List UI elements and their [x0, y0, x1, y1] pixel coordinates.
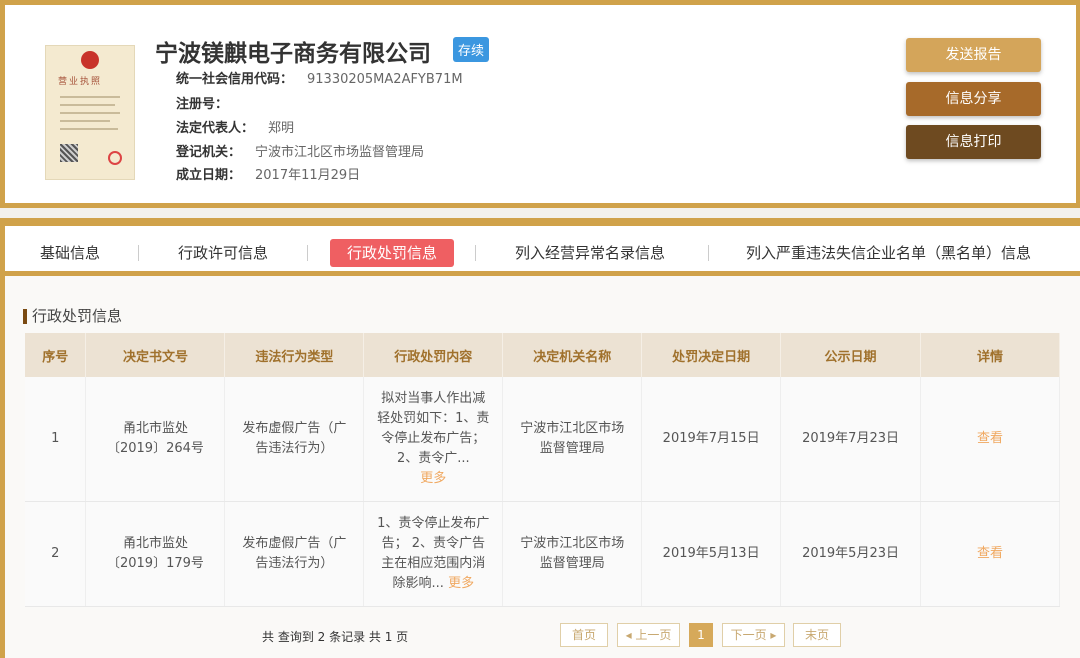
header-publish-date: 公示日期 — [780, 333, 922, 377]
header-content: 行政处罚内容 — [363, 333, 504, 377]
cell-decision-date: 2019年5月13日 — [641, 501, 782, 607]
send-report-button[interactable]: 发送报告 — [906, 38, 1041, 72]
view-link[interactable]: 查看 — [977, 546, 1003, 561]
penalty-table: 序号 决定书文号 违法行为类型 行政处罚内容 决定机关名称 处罚决定日期 公示日… — [25, 333, 1060, 607]
business-license-image: 营业执照 — [45, 45, 135, 180]
credit-code-row: 统一社会信用代码： 91330205MA2AFYB71M — [176, 72, 463, 87]
cell-no: 1 — [25, 377, 87, 502]
seal-icon — [108, 151, 122, 165]
table-row: 2 甬北市监处〔2019〕179号 发布虚假广告（广告违法行为） 1、责令停止发… — [25, 501, 1060, 607]
share-info-button[interactable]: 信息分享 — [906, 82, 1041, 116]
cell-decision-date: 2019年7月15日 — [641, 377, 782, 502]
qr-code-icon — [60, 144, 78, 162]
legal-rep-row: 法定代表人： 郑明 — [176, 121, 295, 136]
cell-type: 发布虚假广告（广告违法行为） — [224, 501, 365, 607]
current-page-button[interactable]: 1 — [689, 623, 713, 647]
license-title: 营业执照 — [58, 77, 103, 87]
cell-publish-date: 2019年5月23日 — [780, 501, 922, 607]
header-org: 决定机关名称 — [502, 333, 643, 377]
tab-admin-license[interactable]: 行政许可信息 — [178, 239, 268, 267]
cell-content: 1、责令停止发布广告； 2、责令广告主在相应范围内消除影响... 更多 — [363, 501, 504, 607]
tab-admin-penalty[interactable]: 行政处罚信息 — [330, 239, 455, 267]
cell-org: 宁波市江北区市场监督管理局 — [502, 501, 643, 607]
last-page-button[interactable]: 末页 — [793, 623, 841, 647]
table-row: 1 甬北市监处〔2019〕264号 发布虚假广告（广告违法行为） 拟对当事人作出… — [25, 377, 1060, 502]
cell-doc: 甬北市监处〔2019〕264号 — [85, 377, 226, 502]
reg-number-row: 注册号： — [176, 97, 229, 112]
cell-publish-date: 2019年7月23日 — [780, 377, 922, 502]
national-emblem-icon — [81, 51, 99, 69]
tab-blacklist[interactable]: 列入严重违法失信企业名单（黑名单）信息 — [746, 239, 1031, 267]
tab-bar: 基础信息 行政许可信息 行政处罚信息 列入经营异常名录信息 列入严重违法失信企业… — [5, 226, 1080, 276]
status-badge: 存续 — [453, 37, 490, 62]
print-info-button[interactable]: 信息打印 — [906, 125, 1041, 159]
more-link[interactable]: 更多 — [448, 576, 474, 591]
founded-date-row: 成立日期： 2017年11月29日 — [176, 168, 361, 183]
section-title: 行政处罚信息 — [23, 309, 122, 324]
header-decision-date: 处罚决定日期 — [641, 333, 782, 377]
tab-abnormal-list[interactable]: 列入经营异常名录信息 — [515, 239, 665, 267]
cell-doc: 甬北市监处〔2019〕179号 — [85, 501, 226, 607]
info-section: 基础信息 行政许可信息 行政处罚信息 列入经营异常名录信息 列入严重违法失信企业… — [0, 218, 1080, 658]
cell-content: 拟对当事人作出减轻处罚如下：1、责令停止发布广告；2、责令广... 更多 — [363, 377, 504, 502]
view-link[interactable]: 查看 — [977, 431, 1003, 446]
header-doc: 决定书文号 — [85, 333, 226, 377]
header-type: 违法行为类型 — [224, 333, 365, 377]
cell-org: 宁波市江北区市场监督管理局 — [502, 377, 643, 502]
next-page-button[interactable]: 下一页 ▸ — [722, 623, 785, 647]
cell-type: 发布虚假广告（广告违法行为） — [224, 377, 365, 502]
header-detail: 详情 — [920, 333, 1060, 377]
company-name: 宁波镁麒电子商务有限公司 — [155, 41, 431, 67]
more-link[interactable]: 更多 — [420, 471, 446, 486]
reg-authority-row: 登记机关： 宁波市江北区市场监督管理局 — [176, 145, 425, 160]
pagination-summary: 共 查询到 2 条记录 共 1 页 — [262, 630, 409, 644]
prev-page-button[interactable]: ◂ 上一页 — [617, 623, 680, 647]
tab-basic-info[interactable]: 基础信息 — [40, 239, 100, 267]
table-header-row: 序号 决定书文号 违法行为类型 行政处罚内容 决定机关名称 处罚决定日期 公示日… — [25, 333, 1060, 377]
first-page-button[interactable]: 首页 — [560, 623, 608, 647]
cell-no: 2 — [25, 501, 87, 607]
header-no: 序号 — [25, 333, 87, 377]
